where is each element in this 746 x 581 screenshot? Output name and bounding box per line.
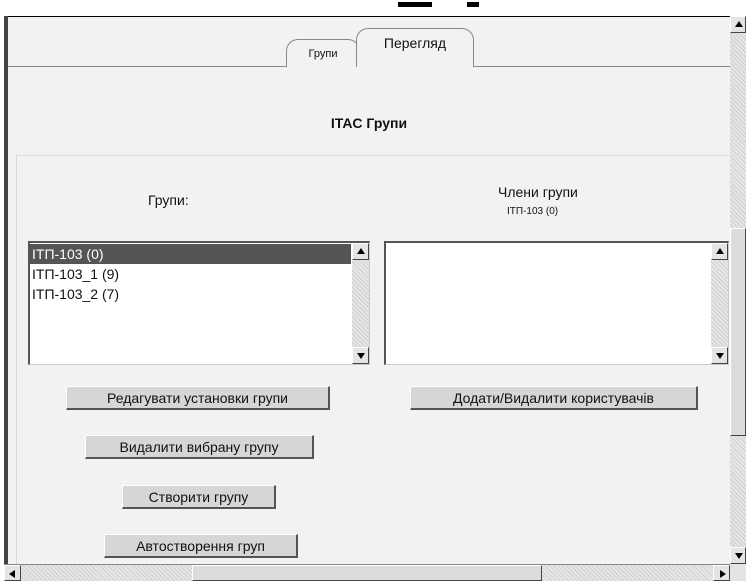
members-sublabel: ІТП-103 (0): [507, 206, 559, 217]
arrow-up-icon: [716, 248, 724, 254]
scrollbar-corner: [730, 564, 746, 581]
arrow-down-icon: [735, 553, 743, 559]
top-edge-mark: [467, 2, 479, 7]
groups-listbox[interactable]: ІТП-103 (0) ІТП-103_1 (9) ІТП-103_2 (7): [28, 241, 370, 365]
content-viewport: Групи Перегляд ITAC Групи Групи: Члени г…: [8, 17, 730, 564]
arrow-right-icon: [720, 570, 726, 578]
members-list-scrollbar[interactable]: [711, 243, 728, 364]
list-item[interactable]: ІТП-103 (0): [30, 244, 351, 264]
auto-create-groups-button[interactable]: Автостворення груп: [104, 534, 298, 558]
delete-group-button[interactable]: Видалити вибрану групу: [85, 435, 314, 459]
scroll-down-button[interactable]: [711, 347, 728, 364]
scroll-up-button[interactable]: [352, 243, 369, 260]
vertical-scroll-thumb[interactable]: [730, 228, 746, 436]
members-label: Члени групи: [498, 184, 578, 200]
horizontal-scroll-thumb[interactable]: [192, 565, 542, 581]
scroll-up-button[interactable]: [730, 16, 746, 33]
groups-list-scrollbar[interactable]: [352, 243, 369, 364]
top-edge: [0, 0, 746, 16]
add-remove-users-button[interactable]: Додати/Видалити користувачів: [410, 386, 698, 410]
list-item[interactable]: ІТП-103_1 (9): [30, 264, 351, 284]
scroll-left-button[interactable]: [4, 565, 21, 581]
edit-group-settings-button[interactable]: Редагувати установки групи: [66, 386, 330, 410]
page-vertical-scrollbar[interactable]: [730, 16, 746, 564]
arrow-up-icon: [357, 248, 365, 254]
arrow-down-icon: [357, 353, 365, 359]
top-edge-mark: [398, 2, 432, 7]
page-horizontal-scrollbar[interactable]: [4, 564, 730, 581]
groups-label: Групи:: [148, 192, 189, 208]
scroll-down-button[interactable]: [730, 547, 746, 564]
arrow-down-icon: [716, 353, 724, 359]
tab-groups[interactable]: Групи: [286, 39, 360, 67]
create-group-button[interactable]: Створити групу: [122, 485, 276, 509]
scroll-right-button[interactable]: [713, 565, 730, 581]
scroll-up-button[interactable]: [711, 243, 728, 260]
tab-view[interactable]: Перегляд: [356, 28, 474, 68]
members-listbox[interactable]: [384, 241, 729, 365]
arrow-left-icon: [9, 570, 15, 578]
arrow-up-icon: [735, 21, 743, 27]
list-item[interactable]: ІТП-103_2 (7): [30, 284, 351, 304]
page-title: ITAC Групи: [330, 115, 408, 131]
scroll-down-button[interactable]: [352, 347, 369, 364]
